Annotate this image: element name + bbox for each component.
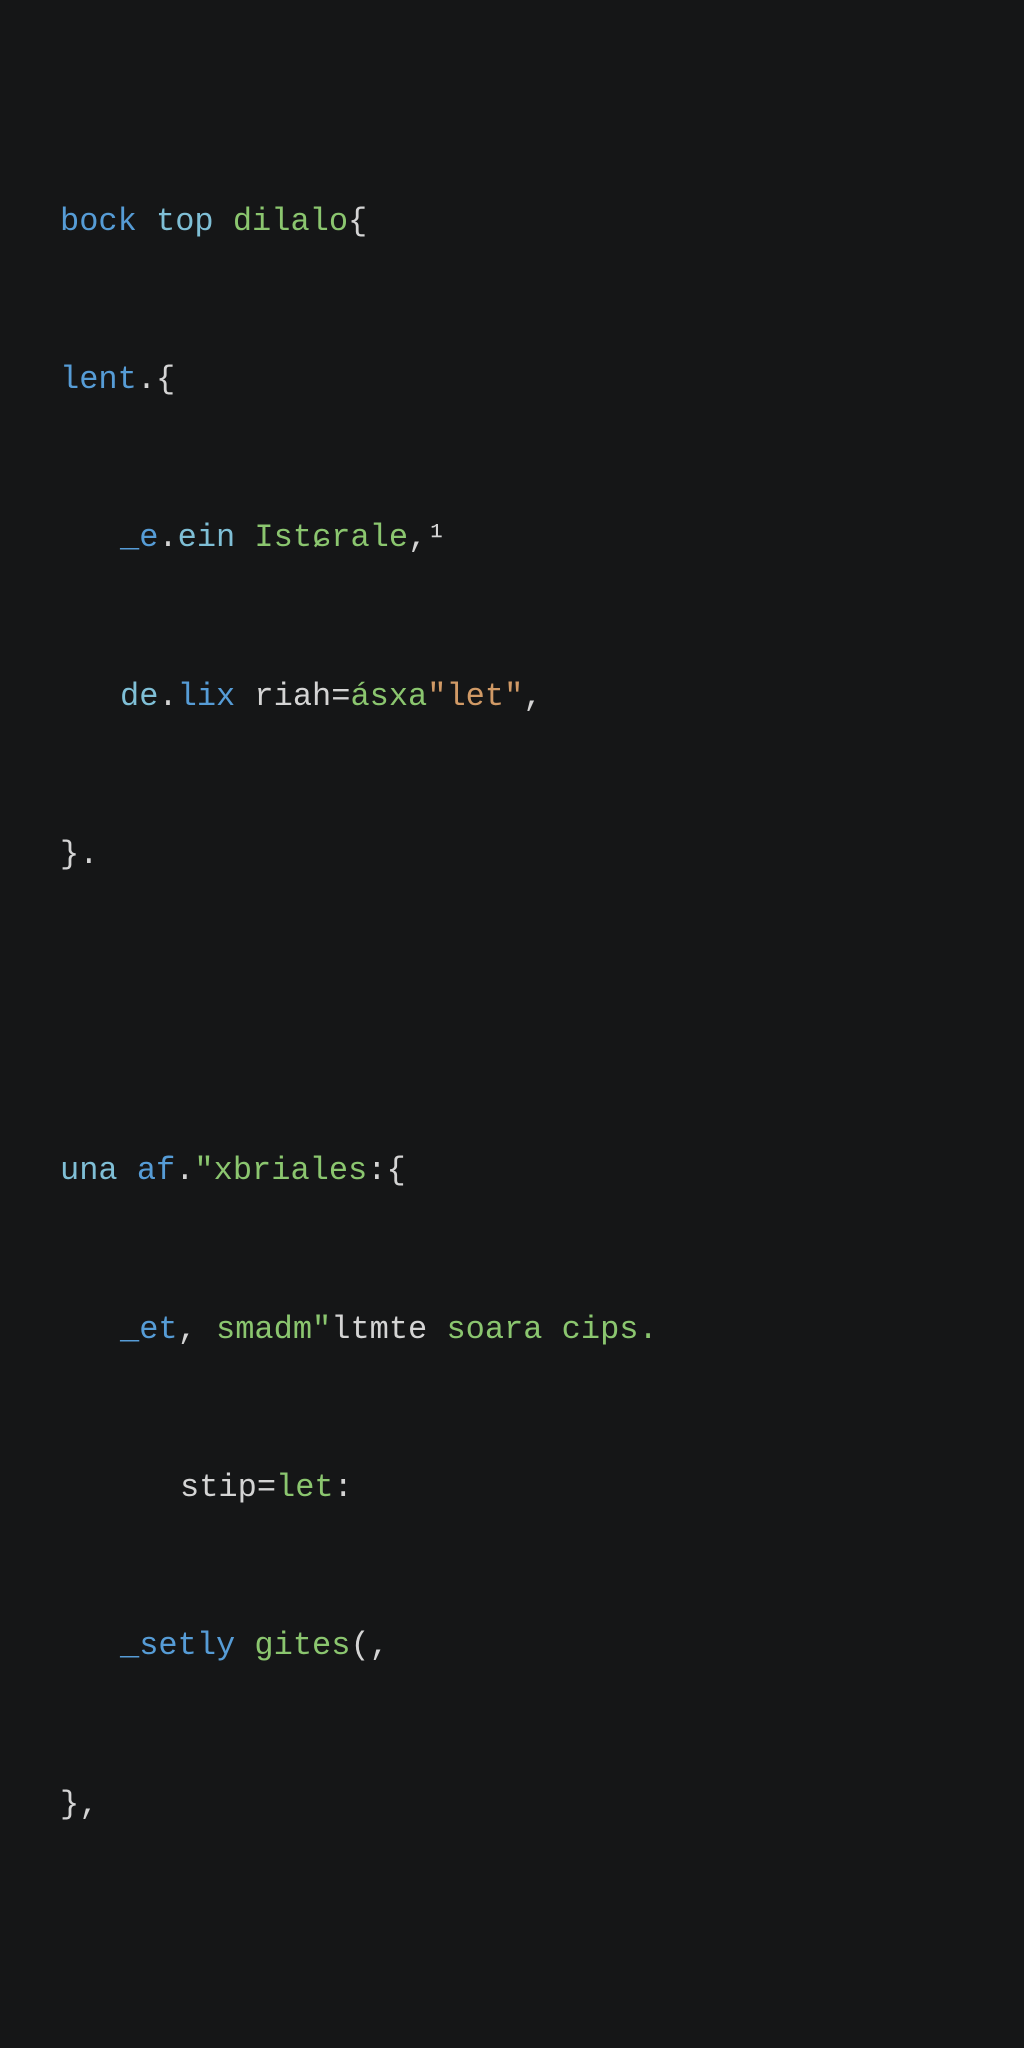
code-line-10: }, — [60, 1779, 964, 1832]
paren-comma: (, — [350, 1627, 388, 1664]
blank-line — [60, 988, 964, 1040]
identifier-asxa: ásxa — [350, 678, 427, 715]
identifier-dilalo: dilalo — [233, 203, 348, 240]
identifier-de: de — [120, 678, 158, 715]
code-line-8: stip=let: — [60, 1462, 964, 1515]
dot: . — [158, 678, 177, 715]
identifier-setly: _setly — [120, 1627, 254, 1664]
identifier-ein: ein — [178, 519, 255, 556]
comma: ,¹ — [408, 519, 446, 556]
identifier-lix: lix — [178, 678, 255, 715]
colon: : — [334, 1469, 353, 1506]
identifier-e: _e — [120, 519, 158, 556]
identifier-lent: lent — [60, 361, 137, 398]
brace-close-dot: }. — [60, 836, 98, 873]
colon-brace: :{ — [367, 1152, 405, 1189]
identifier-gites: gites — [254, 1627, 350, 1664]
dot: . — [158, 519, 177, 556]
code-line-9: _setly gites(, — [60, 1620, 964, 1673]
code-line-6: una af."xbriales:{ — [60, 1145, 964, 1198]
code-line-5: }. — [60, 829, 964, 882]
code-line-3: _e.ein Istɕrale,¹ — [60, 512, 964, 565]
identifier-stip: stip — [180, 1469, 257, 1506]
identifier-istarale: Istɕrale — [254, 519, 408, 556]
identifier-af: af — [137, 1152, 175, 1189]
keyword-bock: bock — [60, 203, 156, 240]
quote: " — [312, 1311, 331, 1348]
identifier-let: let — [276, 1469, 334, 1506]
code-line-7: _et, smadm"ltmte soara cips. — [60, 1304, 964, 1357]
code-editor[interactable]: bock top dilalo{ lent.{ _e.ein Istɕrale,… — [60, 90, 964, 2048]
string-xbriales: "xbriales — [194, 1152, 367, 1189]
comma: , — [523, 678, 542, 715]
identifier-smadm: smadm — [216, 1311, 312, 1348]
code-line-2: lent.{ — [60, 354, 964, 407]
equals: = — [257, 1469, 276, 1506]
code-line-4: de.lix riah=ásxa"let", — [60, 671, 964, 724]
text-soara-cips: soara cips. — [446, 1311, 657, 1348]
dot: . — [175, 1152, 194, 1189]
blank-line — [60, 1937, 964, 1989]
equals: = — [331, 678, 350, 715]
keyword-top: top — [156, 203, 233, 240]
comma-space: , — [178, 1311, 216, 1348]
string-let: "let" — [427, 678, 523, 715]
brace-open: { — [348, 203, 367, 240]
code-line-1: bock top dilalo{ — [60, 196, 964, 249]
identifier-et: _et — [120, 1311, 178, 1348]
identifier-una: una — [60, 1152, 137, 1189]
brace-close-comma: }, — [60, 1786, 98, 1823]
dot-brace: .{ — [137, 361, 175, 398]
identifier-ltmte: ltmte — [331, 1311, 446, 1348]
identifier-riah: riah — [254, 678, 331, 715]
